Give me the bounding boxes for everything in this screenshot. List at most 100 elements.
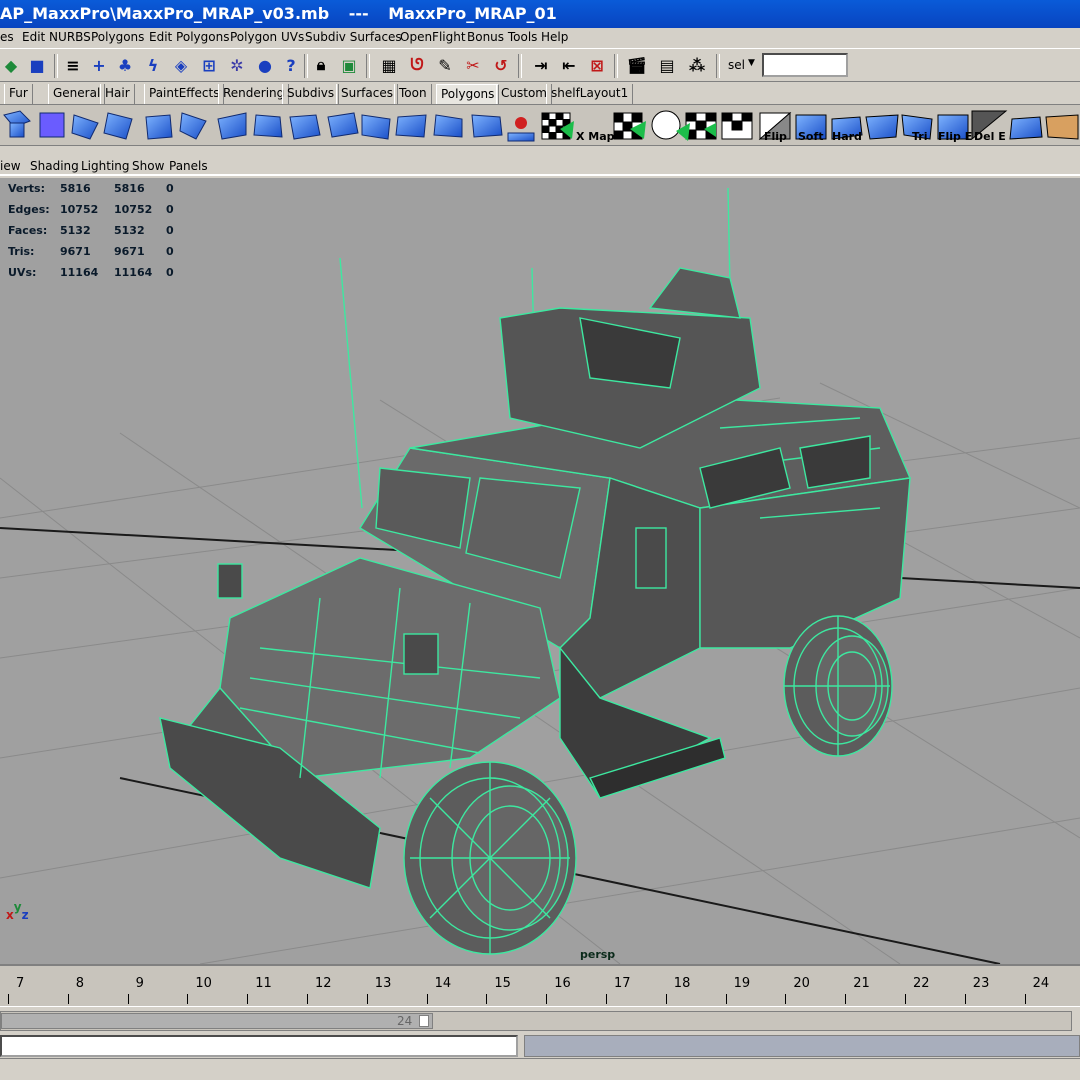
- menu-item-subdiv-surfaces[interactable]: Subdiv Surfaces: [305, 30, 402, 44]
- status-line: ◆ ■ ≡ + ♣ ϟ ◈ ⊞ ✲ ● ? 🔒︎ ▣ ▦ ᘎ ✎ ✂ ↺ ⇥ ⇤…: [0, 48, 1080, 82]
- help-icon[interactable]: ?: [280, 54, 302, 76]
- menu-bar: es Edit NURBS Polygons Edit Polygons Pol…: [0, 28, 1080, 48]
- toolbar-divider: [614, 54, 618, 78]
- snap-curve-icon[interactable]: ♣: [114, 54, 136, 76]
- tab-subdivs[interactable]: Subdivs: [282, 84, 340, 104]
- timeline-frame-label: 22: [913, 976, 930, 991]
- mask-icon[interactable]: ≡: [62, 54, 84, 76]
- tab-general[interactable]: General: [48, 84, 106, 104]
- history-icon[interactable]: ▣: [338, 54, 360, 76]
- snap-plane-icon[interactable]: ◈: [170, 54, 192, 76]
- menu-item-polygons[interactable]: Polygons: [91, 30, 144, 44]
- select-hierarchy-icon[interactable]: ◆: [0, 54, 22, 76]
- range-end-value: 24: [397, 1014, 413, 1028]
- construction-history-icon[interactable]: ⊠: [586, 54, 608, 76]
- flip-edge-icon[interactable]: Flip E: [938, 109, 972, 143]
- command-input[interactable]: [0, 1035, 518, 1057]
- select-object-icon[interactable]: ■: [26, 54, 48, 76]
- camera-label: persp: [580, 948, 616, 961]
- panel-menu-panels[interactable]: Panels: [169, 159, 208, 173]
- lasso-icon[interactable]: ✂: [462, 54, 484, 76]
- snap-grid-icon[interactable]: +: [88, 54, 110, 76]
- sphere-icon[interactable]: ●: [254, 54, 276, 76]
- menu-item-bonus-tools[interactable]: Bonus Tools: [467, 30, 537, 44]
- title-file: AP_MaxxPro\MaxxPro_MRAP_v03.mb: [0, 4, 330, 23]
- hard-edge-icon[interactable]: Hard: [832, 109, 864, 143]
- timeline-frame-label: 20: [793, 976, 810, 991]
- perspective-viewport[interactable]: Verts: 5816 5816 0 Edges: 10752 10752 0 …: [0, 178, 1080, 964]
- timeline-frame-label: 19: [733, 976, 751, 991]
- timeline-frame-label: 24: [1032, 976, 1050, 991]
- time-slider[interactable]: 7 8 9 10 11 12 13 14 15 16 17 18 19 20 21 22 23 24: [0, 964, 1080, 1006]
- input-connections-icon[interactable]: ⇥: [530, 54, 552, 76]
- tab-fur[interactable]: Fur: [4, 84, 33, 104]
- panel-menu-lighting[interactable]: Lighting: [81, 159, 130, 173]
- grid-icon[interactable]: ▦: [378, 54, 400, 76]
- timeline-frame-label: 18: [673, 976, 691, 991]
- timeline-tick-mark: [187, 994, 189, 1004]
- flip-icon[interactable]: Flip: [764, 109, 796, 143]
- help-line: [0, 1058, 1080, 1080]
- timeline-tick-mark: [725, 994, 727, 1004]
- snap-view-icon[interactable]: ✲: [226, 54, 248, 76]
- timeline-tick-mark: [307, 994, 308, 1004]
- tab-surfaces[interactable]: Surfaces: [336, 84, 398, 104]
- tab-custom[interactable]: Custom: [496, 84, 552, 104]
- scene-render: [0, 187, 1080, 964]
- tab-rendering[interactable]: Rendering: [218, 84, 290, 104]
- tab-toon[interactable]: Toon: [394, 84, 432, 104]
- title-scene: MaxxPro_MRAP_01: [388, 4, 557, 23]
- timeline-tick-mark: [127, 994, 129, 1004]
- output-connections-icon[interactable]: ⇤: [558, 54, 580, 76]
- timeline-frame-label: 10: [195, 976, 212, 991]
- menu-item-polygon-uvs[interactable]: Polygon UVs: [230, 30, 304, 44]
- tab-shelflayout1[interactable]: shelfLayout1: [546, 84, 634, 104]
- timeline-frame-label: 8: [75, 976, 85, 991]
- snap-surface-icon[interactable]: ⊞: [198, 54, 220, 76]
- title-bar: AP_MaxxPro\MaxxPro_MRAP_v03.mb --- MaxxP…: [0, 0, 1080, 28]
- magnet-icon[interactable]: ᘎ: [406, 54, 428, 76]
- panel-menu-view[interactable]: iew: [0, 159, 21, 173]
- x-map-icon[interactable]: X Map: [576, 109, 615, 143]
- rotate-icon[interactable]: ↺: [490, 54, 512, 76]
- paint-select-icon[interactable]: ✎: [434, 54, 456, 76]
- timeline-frame-label: 21: [853, 976, 870, 991]
- chevron-down-icon[interactable]: ▼: [748, 58, 755, 68]
- tab-hair[interactable]: Hair: [100, 84, 135, 104]
- tab-polygons[interactable]: Polygons: [436, 84, 500, 104]
- shelf-tabs: Fur General Hair PaintEffects Rendering …: [0, 82, 1080, 104]
- snap-point-icon[interactable]: ϟ: [142, 54, 164, 76]
- selection-input[interactable]: [762, 53, 848, 77]
- menu-item-help[interactable]: Help: [541, 30, 568, 44]
- menu-item-edit-surfaces[interactable]: es: [0, 30, 14, 44]
- render-frame-icon[interactable]: 🎬︎: [626, 54, 648, 76]
- shelf-divider: [0, 146, 1080, 156]
- polygon-shelf: X Map Flip Soft Hard Tri Flip E Del E: [0, 104, 1080, 146]
- menu-item-openflight[interactable]: OpenFlight: [400, 30, 466, 44]
- mrap-vehicle-wireframe[interactable]: [159, 187, 912, 955]
- timeline-tick-mark: [606, 994, 607, 1004]
- range-end-checkbox[interactable]: [419, 1015, 429, 1027]
- menu-item-edit-polygons[interactable]: Edit Polygons: [149, 30, 229, 44]
- range-handle[interactable]: [1, 1013, 433, 1029]
- timeline-tick-mark: [964, 994, 966, 1004]
- lock-icon[interactable]: 🔒︎: [310, 54, 332, 76]
- toolbar-divider: [518, 54, 522, 78]
- selection-mode-label[interactable]: sel: [728, 58, 745, 72]
- range-bar[interactable]: 24: [0, 1011, 1072, 1031]
- timeline-frame-label: 13: [374, 976, 392, 991]
- render-globals-icon[interactable]: ⁂: [686, 54, 708, 76]
- panel-menu-shading[interactable]: Shading: [30, 159, 79, 173]
- timeline-tick-mark: [845, 994, 847, 1004]
- menu-item-edit-nurbs[interactable]: Edit NURBS: [22, 30, 91, 44]
- soft-edge-icon[interactable]: Soft: [798, 109, 830, 143]
- maya-window: AP_MaxxPro\MaxxPro_MRAP_v03.mb --- MaxxP…: [0, 0, 1080, 1080]
- command-result: [524, 1035, 1080, 1057]
- panel-menu-show[interactable]: Show: [132, 159, 164, 173]
- range-slider: 24: [0, 1006, 1080, 1034]
- tab-painteffects[interactable]: PaintEffects: [144, 84, 225, 104]
- ipr-render-icon[interactable]: ▤: [656, 54, 678, 76]
- timeline-tick-mark: [665, 994, 667, 1004]
- delete-edge-icon[interactable]: Del E: [974, 109, 1006, 143]
- view-axis-icon: xyz: [6, 900, 29, 922]
